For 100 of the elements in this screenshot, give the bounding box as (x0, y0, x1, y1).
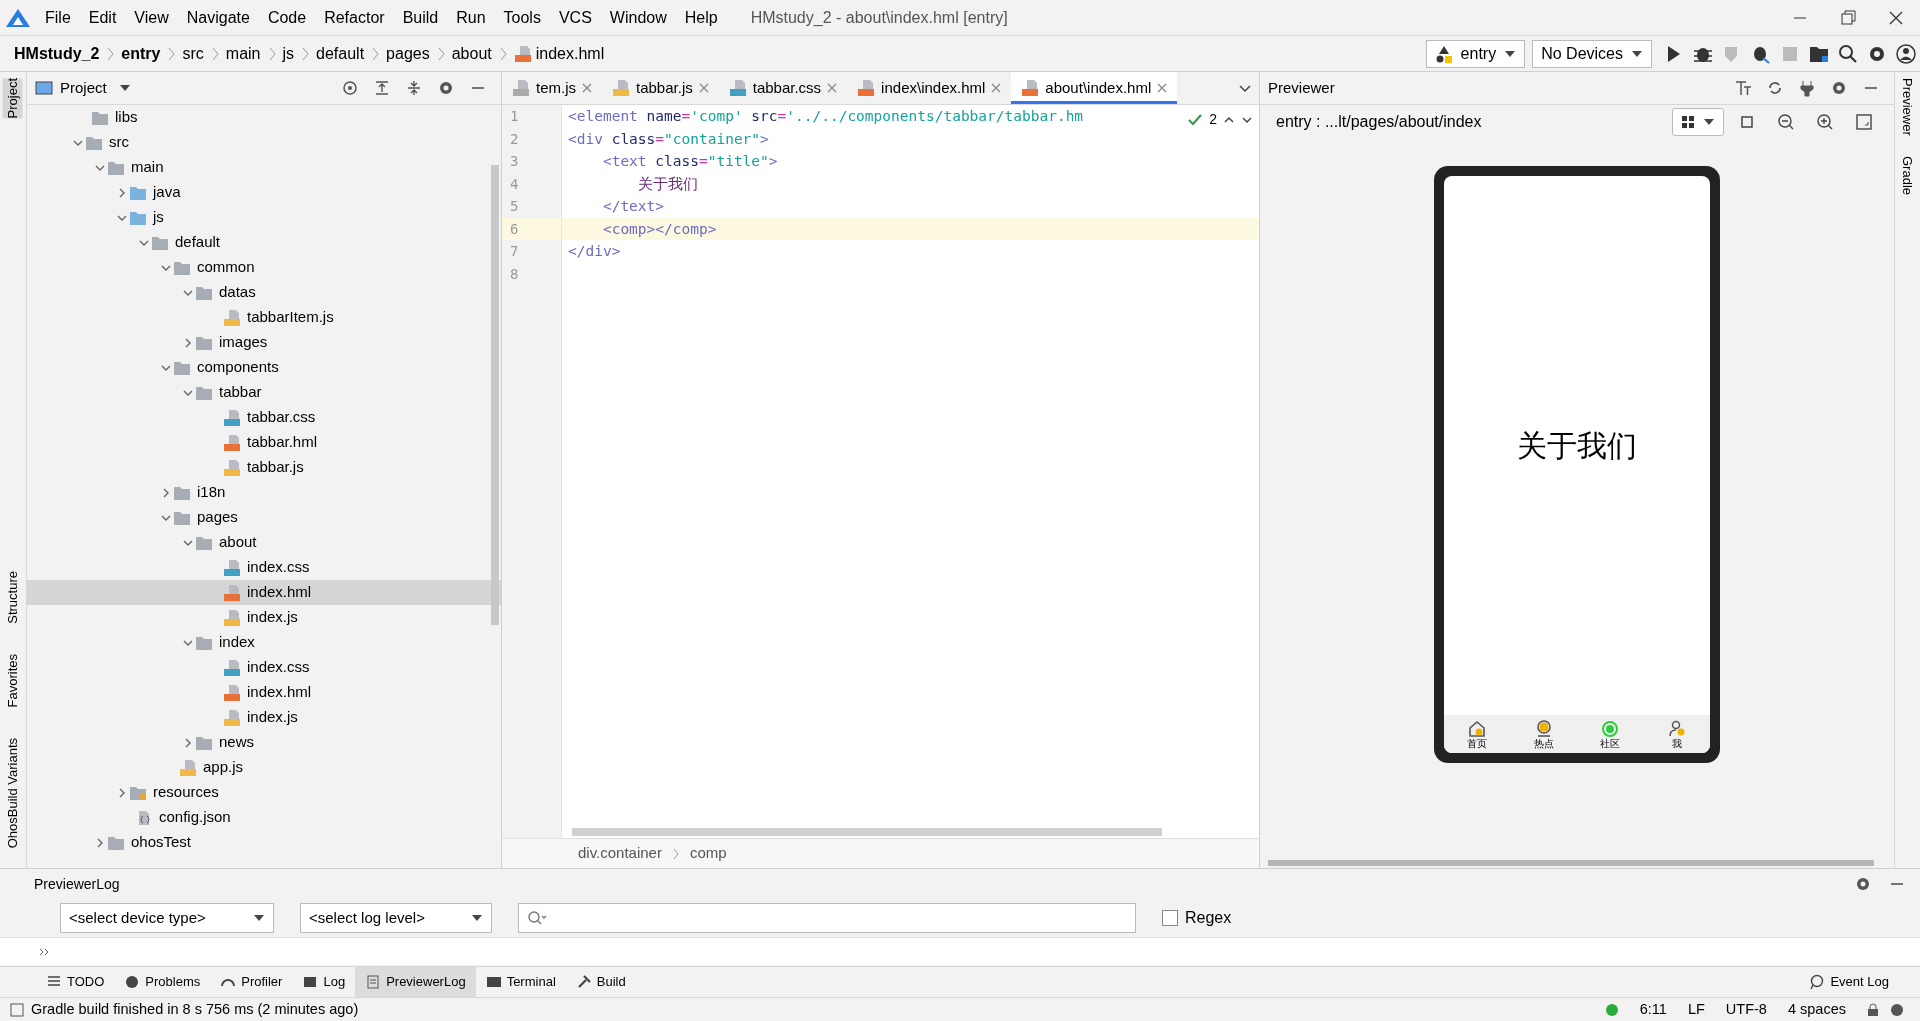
tool-tab[interactable]: Terminal (475, 966, 566, 998)
tool-window-tab[interactable]: Gradle (1897, 155, 1918, 195)
tool-window-tab[interactable]: Structure (3, 571, 23, 625)
tool-window-tab[interactable]: Previewer (1897, 78, 1918, 136)
nav-item[interactable]: 我 (1666, 719, 1687, 749)
panel-title[interactable]: Project (60, 76, 107, 100)
tree-item[interactable]: tabbarItem.js (27, 305, 501, 330)
search-icon[interactable] (1836, 42, 1859, 65)
tree-item[interactable]: index.css (27, 555, 501, 580)
account-icon[interactable] (1894, 42, 1917, 65)
code-breadcrumb[interactable]: div.container (578, 842, 662, 865)
editor-tab[interactable]: index\index.hml (847, 72, 1012, 104)
settings-icon[interactable] (1854, 875, 1872, 893)
tree-item[interactable]: java (27, 180, 501, 205)
menu-item[interactable]: Window (600, 5, 676, 30)
tool-tab[interactable]: Problems (114, 966, 211, 998)
tree-item[interactable]: news (27, 730, 501, 755)
restore-icon[interactable] (1838, 7, 1858, 28)
tree-item[interactable]: index.js (27, 605, 501, 630)
breadcrumb-item[interactable]: js (282, 41, 295, 66)
tree-item[interactable]: app.js (27, 755, 501, 780)
regex-checkbox[interactable]: Regex (1162, 906, 1232, 930)
menu-item[interactable]: Edit (79, 5, 126, 30)
zoom-out-icon[interactable] (1777, 112, 1795, 131)
plug-icon[interactable] (1798, 79, 1816, 97)
layout-dropdown[interactable] (1672, 107, 1724, 136)
breadcrumb-item[interactable]: default (316, 41, 365, 66)
module-dropdown[interactable]: entry (1425, 39, 1526, 68)
tree-item[interactable]: index.hml (27, 580, 501, 605)
tree-item[interactable]: images (27, 330, 501, 355)
menu-item[interactable]: View (125, 5, 178, 30)
tree-item[interactable]: index.js (27, 705, 501, 730)
tree-item[interactable]: tabbar (27, 380, 501, 405)
breadcrumb-item[interactable]: index.hml (535, 41, 605, 66)
tree-item[interactable]: src (27, 130, 501, 155)
editor-tab[interactable]: about\index.hml (1011, 72, 1178, 104)
font-size-icon[interactable] (1734, 79, 1752, 97)
status-item[interactable]: LF (1687, 998, 1705, 1021)
tree-item[interactable]: about (27, 530, 501, 555)
breadcrumb-item[interactable]: src (182, 41, 204, 66)
breadcrumb-item[interactable]: about (451, 41, 492, 66)
tree-item[interactable]: pages (27, 505, 501, 530)
search-field[interactable] (518, 903, 1136, 933)
tree-item[interactable]: tabbar.hml (27, 430, 501, 455)
editor-tab[interactable]: tem.js (502, 72, 602, 104)
device-type-select[interactable]: <select device type> (60, 903, 274, 933)
status-item[interactable]: 4 spaces (1787, 998, 1846, 1021)
tree-item[interactable]: ohosTest (27, 830, 501, 855)
tree-item[interactable]: tabbar.js (27, 455, 501, 480)
menu-item[interactable]: File (36, 5, 80, 30)
tree-item[interactable]: common (27, 255, 501, 280)
tree-item[interactable]: i18n (27, 480, 501, 505)
tree-item[interactable]: index.hml (27, 680, 501, 705)
tool-tab[interactable]: PreviewerLog (355, 966, 476, 998)
breadcrumb-item[interactable]: pages (386, 41, 430, 66)
nav-item[interactable]: 热点 (1533, 719, 1554, 749)
tool-tab[interactable]: Log (292, 966, 356, 998)
menu-item[interactable]: Refactor (315, 5, 394, 30)
tree-item[interactable]: libs (27, 105, 501, 130)
editor-tab[interactable]: tabbar.css (718, 72, 848, 104)
log-level-select[interactable]: <select log level> (300, 903, 492, 933)
menu-item[interactable]: Run (447, 5, 495, 30)
tree-item[interactable]: default (27, 230, 501, 255)
fit-screen-icon[interactable] (1855, 112, 1873, 131)
tree-item[interactable]: js (27, 205, 501, 230)
breadcrumb-item[interactable]: HMstudy_2 (14, 41, 100, 66)
tree-item[interactable]: resources (27, 780, 501, 805)
menu-item[interactable]: Code (258, 5, 316, 30)
tool-window-tab[interactable]: OhosBuild Variants (3, 737, 23, 848)
settings-icon[interactable] (1830, 79, 1848, 97)
scrollbar[interactable] (572, 828, 1162, 836)
refresh-icon[interactable] (1766, 79, 1784, 97)
code-breadcrumb[interactable]: comp (689, 842, 727, 865)
nav-item[interactable]: 首页 (1467, 719, 1488, 749)
breadcrumb-item[interactable]: main (225, 41, 261, 66)
menu-item[interactable]: Build (393, 5, 448, 30)
scrollbar[interactable] (491, 165, 499, 625)
tool-tab[interactable]: Build (565, 966, 636, 998)
locate-icon[interactable] (341, 79, 359, 97)
menu-item[interactable]: Tools (494, 5, 550, 30)
scrollbar[interactable] (1268, 860, 1874, 866)
tree-item[interactable]: datas (27, 280, 501, 305)
tool-window-tab[interactable]: Project (3, 78, 23, 119)
status-item[interactable]: 6:11 (1639, 998, 1667, 1021)
collapse-all-icon[interactable] (405, 79, 423, 97)
tree-item[interactable]: main (27, 155, 501, 180)
nav-item[interactable]: 社区 (1600, 719, 1621, 749)
settings-icon[interactable] (437, 79, 455, 97)
tree-item[interactable]: config.json (27, 805, 501, 830)
zoom-in-icon[interactable] (1816, 112, 1834, 131)
expand-all-icon[interactable] (373, 79, 391, 97)
tree-item[interactable]: components (27, 355, 501, 380)
device-dropdown[interactable]: No Devices (1532, 39, 1652, 68)
tool-tab[interactable]: Profiler (210, 966, 293, 998)
menu-item[interactable]: Help (675, 5, 727, 30)
menu-item[interactable]: VCS (549, 5, 601, 30)
tool-tab[interactable]: TODO (36, 966, 115, 998)
editor-tab[interactable]: tabbar.js (602, 72, 719, 104)
menu-item[interactable]: Navigate (177, 5, 259, 30)
tree-item[interactable]: tabbar.css (27, 405, 501, 430)
